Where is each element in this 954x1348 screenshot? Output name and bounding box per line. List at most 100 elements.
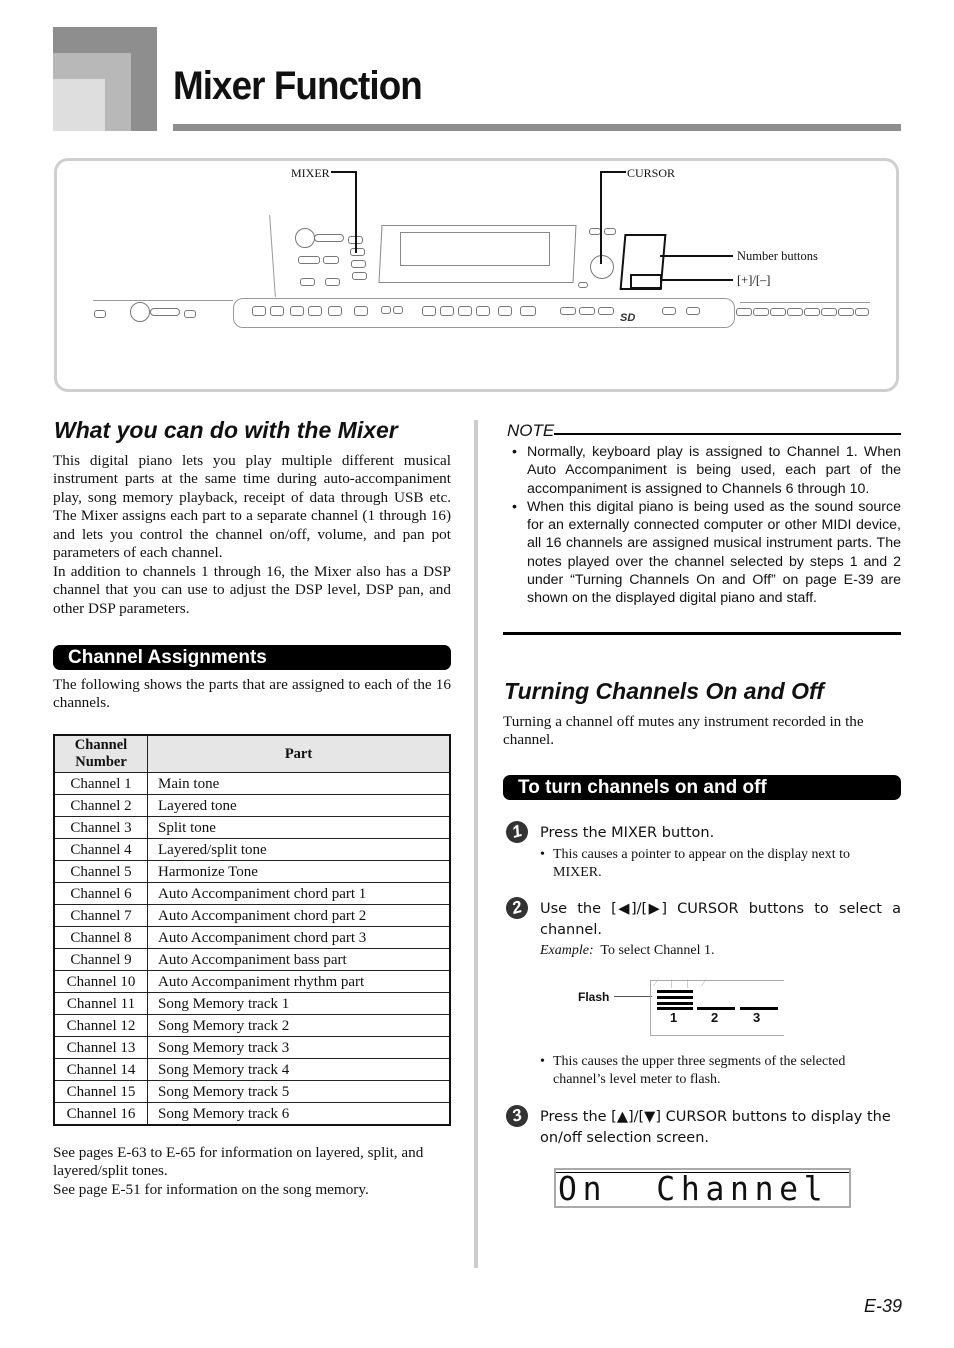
mixer-callout-line bbox=[355, 171, 357, 253]
note-item-text: Normally, keyboard play is assigned to C… bbox=[527, 444, 901, 497]
panel-button bbox=[838, 308, 854, 316]
cursor-callout-line bbox=[600, 171, 602, 264]
page-title: Mixer Function bbox=[173, 64, 423, 108]
volume-knob bbox=[295, 228, 315, 248]
note-item: • When this digital piano is being used … bbox=[512, 498, 901, 608]
example-text: To select Channel 1. bbox=[600, 943, 715, 958]
note-item: • Normally, keyboard play is assigned to… bbox=[512, 443, 901, 498]
bullet: • bbox=[540, 847, 545, 862]
panel-button bbox=[804, 308, 820, 316]
example-label: Example: bbox=[540, 943, 594, 958]
table-row: Channel 2 Layered tone bbox=[53, 794, 451, 817]
mixer-callout-line bbox=[331, 171, 356, 173]
panel-button bbox=[498, 306, 512, 316]
turning-channels-intro: Turning a channel off mutes any instrume… bbox=[503, 713, 864, 749]
part-cell: Auto Accompaniment chord part 3 bbox=[147, 926, 451, 949]
mode-button bbox=[184, 310, 196, 318]
intro-paragraph: This digital piano lets you play multipl… bbox=[53, 452, 451, 562]
note-list: • Normally, keyboard play is assigned to… bbox=[512, 443, 901, 608]
part-cell: Main tone bbox=[147, 772, 451, 795]
on-channel-display-text: On Channel bbox=[558, 1169, 829, 1208]
table-row: Channel 16 Song Memory track 6 bbox=[53, 1102, 451, 1126]
meter-channel-label: 1 bbox=[670, 1010, 678, 1025]
panel-button bbox=[560, 307, 576, 315]
channel-number-cell: Channel 8 bbox=[53, 926, 148, 949]
part-cell: Song Memory track 1 bbox=[147, 992, 451, 1015]
column-divider bbox=[474, 420, 478, 1268]
panel-button bbox=[422, 306, 436, 316]
step-2-example: Example: To select Channel 1. bbox=[540, 942, 715, 960]
panel-button bbox=[393, 306, 403, 314]
bullet: • bbox=[540, 1054, 545, 1069]
sd-logo: SD bbox=[620, 312, 636, 324]
part-cell: Layered/split tone bbox=[147, 838, 451, 861]
channel-number-cell: Channel 6 bbox=[53, 882, 148, 905]
mixer-panel-button bbox=[350, 248, 365, 256]
meter-segment-flashing bbox=[657, 996, 693, 999]
channel-number-cell: Channel 13 bbox=[53, 1036, 148, 1059]
step-2-text: Use the [◀]/[▶] CURSOR buttons to select… bbox=[540, 901, 901, 938]
panel-button bbox=[753, 308, 769, 316]
meter-channel-label: 2 bbox=[711, 1010, 719, 1025]
table-row: Channel 8 Auto Accompaniment chord part 3 bbox=[53, 926, 451, 949]
panel-button bbox=[325, 278, 340, 286]
panel-button bbox=[352, 272, 367, 280]
panel-button bbox=[354, 306, 368, 316]
flash-pointer bbox=[614, 996, 652, 997]
part-cell: Auto Accompaniment chord part 2 bbox=[147, 904, 451, 927]
panel-edge bbox=[93, 300, 233, 301]
part-cell: Layered tone bbox=[147, 794, 451, 817]
panel-button bbox=[381, 306, 391, 314]
step-2-bullet: • This causes the upper three segments o… bbox=[540, 1053, 901, 1088]
part-cell: Auto Accompaniment bass part bbox=[147, 948, 451, 971]
channel-number-cell: Channel 4 bbox=[53, 838, 148, 861]
table-row: Channel 3 Split tone bbox=[53, 816, 451, 839]
part-cell: Song Memory track 5 bbox=[147, 1080, 451, 1103]
panel-button bbox=[351, 260, 366, 268]
panel-button bbox=[476, 306, 490, 316]
mixer-callout-label: MIXER bbox=[291, 166, 330, 180]
plus-minus-callout-label: [+]/[–] bbox=[737, 273, 771, 287]
part-cell: Harmonize Tone bbox=[147, 860, 451, 883]
cursor-pad bbox=[590, 255, 614, 279]
section-bar-turn-channels: To turn channels on and off bbox=[503, 775, 901, 800]
footnote-tones: See pages E-63 to E-65 for information o… bbox=[53, 1144, 424, 1180]
table-row: Channel 14 Song Memory track 4 bbox=[53, 1058, 451, 1081]
footnote-song-memory: See page E-51 for information on the son… bbox=[53, 1181, 369, 1198]
meter-segment-flashing bbox=[657, 990, 693, 993]
table-row: Channel 4 Layered/split tone bbox=[53, 838, 451, 861]
main-volume-knob bbox=[130, 302, 150, 322]
channel-number-cell: Channel 10 bbox=[53, 970, 148, 993]
panel-edge bbox=[740, 302, 870, 303]
panel-button bbox=[300, 278, 315, 286]
panel-button bbox=[323, 256, 339, 264]
part-cell: Auto Accompaniment rhythm part bbox=[147, 970, 451, 993]
step-1-bullet-text: This causes a pointer to appear on the d… bbox=[553, 847, 851, 880]
column-header: Part bbox=[147, 734, 451, 773]
channel-number-cell: Channel 2 bbox=[53, 794, 148, 817]
part-cell: Song Memory track 6 bbox=[147, 1102, 451, 1126]
note-item-text: When this digital piano is being used as… bbox=[527, 498, 901, 607]
number-buttons-callout-line bbox=[660, 255, 733, 257]
step-number-1: 1 bbox=[503, 818, 531, 846]
bullet: • bbox=[512, 498, 517, 515]
table-row: Channel 6 Auto Accompaniment chord part 1 bbox=[53, 882, 451, 905]
panel-button bbox=[770, 308, 786, 316]
title-rule bbox=[173, 124, 901, 131]
channel-number-cell: Channel 1 bbox=[53, 772, 148, 795]
meter-channel-label: 3 bbox=[753, 1010, 761, 1025]
channel-assignments-intro: The following shows the parts that are a… bbox=[53, 676, 451, 712]
panel-button bbox=[520, 306, 536, 316]
part-cell: Song Memory track 4 bbox=[147, 1058, 451, 1081]
note-rule-bottom bbox=[503, 632, 901, 635]
column-header: Channel Number bbox=[53, 734, 148, 773]
channel-number-cell: Channel 14 bbox=[53, 1058, 148, 1081]
section-heading-mixer: What you can do with the Mixer bbox=[54, 417, 398, 443]
table-row: Channel 13 Song Memory track 3 bbox=[53, 1036, 451, 1059]
panel-button bbox=[314, 234, 344, 242]
table-row: Channel 1 Main tone bbox=[53, 772, 451, 795]
panel-button bbox=[298, 256, 320, 264]
panel-button bbox=[604, 228, 616, 235]
step-3-text: Press the [▲]/[▼] CURSOR buttons to disp… bbox=[540, 1109, 891, 1146]
channel-number-cell: Channel 16 bbox=[53, 1102, 148, 1126]
